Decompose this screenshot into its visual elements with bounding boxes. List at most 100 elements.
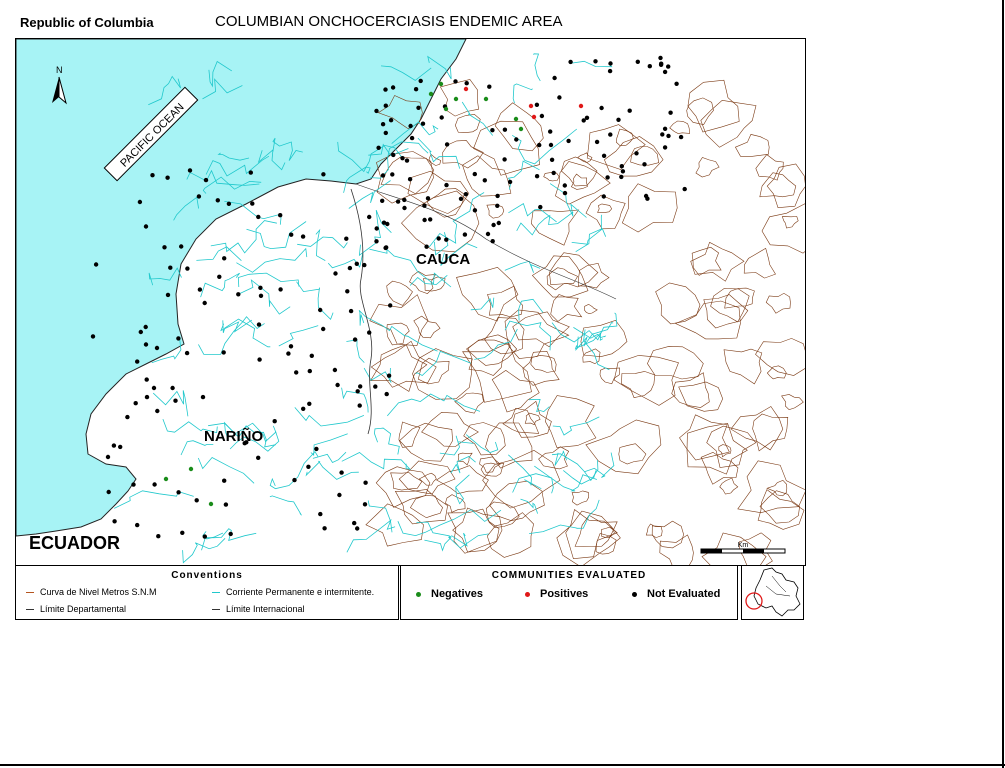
community-not-evaluated xyxy=(660,132,665,137)
community-not-evaluated xyxy=(495,203,500,208)
community-not-evaluated xyxy=(309,353,314,358)
community-not-evaluated xyxy=(118,444,123,450)
community-not-evaluated xyxy=(380,122,386,127)
community-not-evaluated xyxy=(354,261,359,266)
community-not-evaluated xyxy=(444,182,449,188)
community-not-evaluated xyxy=(388,303,393,308)
community-not-evaluated xyxy=(408,123,413,129)
community-not-evaluated xyxy=(307,368,312,374)
community-not-evaluated xyxy=(173,398,178,403)
community-not-evaluated xyxy=(568,59,573,65)
community-not-evaluated xyxy=(185,266,190,271)
colombia-outline-icon xyxy=(753,567,801,617)
community-not-evaluated xyxy=(228,531,233,537)
community-not-evaluated xyxy=(383,245,388,251)
community-not-evaluated xyxy=(376,145,381,150)
community-not-evaluated xyxy=(318,307,323,313)
community-not-evaluated xyxy=(258,293,264,298)
region-label-ecuador: ECUADOR xyxy=(29,533,120,553)
community-not-evaluated xyxy=(551,170,556,176)
community-not-evaluated xyxy=(248,170,253,175)
community-not-evaluated xyxy=(407,177,413,182)
community-not-evaluated xyxy=(608,132,613,137)
red-dot-icon xyxy=(525,591,530,597)
community-not-evaluated xyxy=(425,196,431,201)
community-not-evaluated xyxy=(619,174,624,180)
community-not-evaluated xyxy=(143,224,149,229)
community-not-evaluated xyxy=(155,408,160,414)
community-not-evaluated xyxy=(608,61,613,66)
legend-negatives: Negatives xyxy=(416,588,483,600)
community-not-evaluated xyxy=(581,118,586,123)
community-not-evaluated xyxy=(514,137,519,142)
community-not-evaluated xyxy=(599,105,604,111)
community-not-evaluated xyxy=(367,214,372,220)
community-not-evaluated xyxy=(678,134,684,140)
community-not-evaluated xyxy=(170,385,175,391)
community-not-evaluated xyxy=(322,526,327,531)
community-not-evaluated xyxy=(202,300,207,306)
international-line-icon xyxy=(212,608,220,610)
community-not-evaluated xyxy=(125,414,130,420)
legend-international-label: Límite Internacional xyxy=(226,604,305,614)
community-not-evaluated xyxy=(490,239,495,244)
community-not-evaluated xyxy=(502,127,508,132)
legend-department-label: Límite Departamental xyxy=(40,604,127,614)
community-not-evaluated xyxy=(314,446,319,452)
community-not-evaluated xyxy=(294,370,299,375)
community-not-evaluated xyxy=(605,175,610,180)
community-not-evaluated xyxy=(133,401,138,406)
community-not-evaluated xyxy=(548,129,553,134)
community-not-evaluated xyxy=(453,79,458,84)
community-not-evaluated xyxy=(658,62,664,67)
community-not-evaluated xyxy=(215,198,220,203)
community-not-evaluated xyxy=(487,84,492,89)
community-not-evaluated xyxy=(176,336,181,341)
community-negative xyxy=(483,96,489,102)
community-not-evaluated xyxy=(388,118,394,123)
contour-line-icon xyxy=(26,591,34,593)
community-not-evaluated xyxy=(444,142,450,147)
community-not-evaluated xyxy=(90,334,96,339)
community-not-evaluated xyxy=(144,394,150,400)
community-not-evaluated xyxy=(619,164,624,169)
region-label-narino: NARIÑO xyxy=(204,427,263,445)
community-not-evaluated xyxy=(223,502,229,507)
community-not-evaluated xyxy=(534,102,540,107)
page-edge-bottom xyxy=(0,764,1005,766)
map-canvas[interactable]: N PACIFIC OCEAN CAUCA NARIÑO ECUADOR Km xyxy=(16,39,805,565)
community-not-evaluated xyxy=(367,330,372,335)
community-not-evaluated xyxy=(165,292,171,298)
community-not-evaluated xyxy=(472,171,477,177)
community-not-evaluated xyxy=(362,502,368,507)
community-not-evaluated xyxy=(386,373,392,378)
legend-river-item: Corriente Permanente e intermitente. xyxy=(212,587,374,597)
community-not-evaluated xyxy=(162,245,167,250)
community-not-evaluated xyxy=(373,384,378,389)
community-not-evaluated xyxy=(335,382,340,388)
community-not-evaluated xyxy=(668,110,673,115)
community-not-evaluated xyxy=(662,69,668,75)
community-not-evaluated xyxy=(321,172,326,177)
community-not-evaluated xyxy=(256,322,262,327)
community-not-evaluated xyxy=(616,117,621,123)
community-not-evaluated xyxy=(337,492,342,498)
legend-department-item: Límite Departamental xyxy=(26,604,126,614)
community-not-evaluated xyxy=(485,231,491,237)
community-not-evaluated xyxy=(165,175,170,180)
community-not-evaluated xyxy=(307,401,312,406)
country-label: Republic of Columbia xyxy=(20,15,154,30)
community-not-evaluated xyxy=(352,520,357,526)
community-not-evaluated xyxy=(278,287,283,292)
community-not-evaluated xyxy=(548,142,554,148)
community-not-evaluated xyxy=(105,454,111,460)
legend-positives-label: Positives xyxy=(540,588,589,600)
community-negative xyxy=(443,106,449,112)
community-not-evaluated xyxy=(272,419,277,424)
legend-negatives-label: Negatives xyxy=(431,588,483,600)
community-not-evaluated xyxy=(418,78,423,84)
community-not-evaluated xyxy=(292,477,297,483)
community-not-evaluated xyxy=(383,103,388,108)
community-not-evaluated xyxy=(420,121,426,126)
map-panel[interactable]: N PACIFIC OCEAN CAUCA NARIÑO ECUADOR Km xyxy=(15,38,806,566)
